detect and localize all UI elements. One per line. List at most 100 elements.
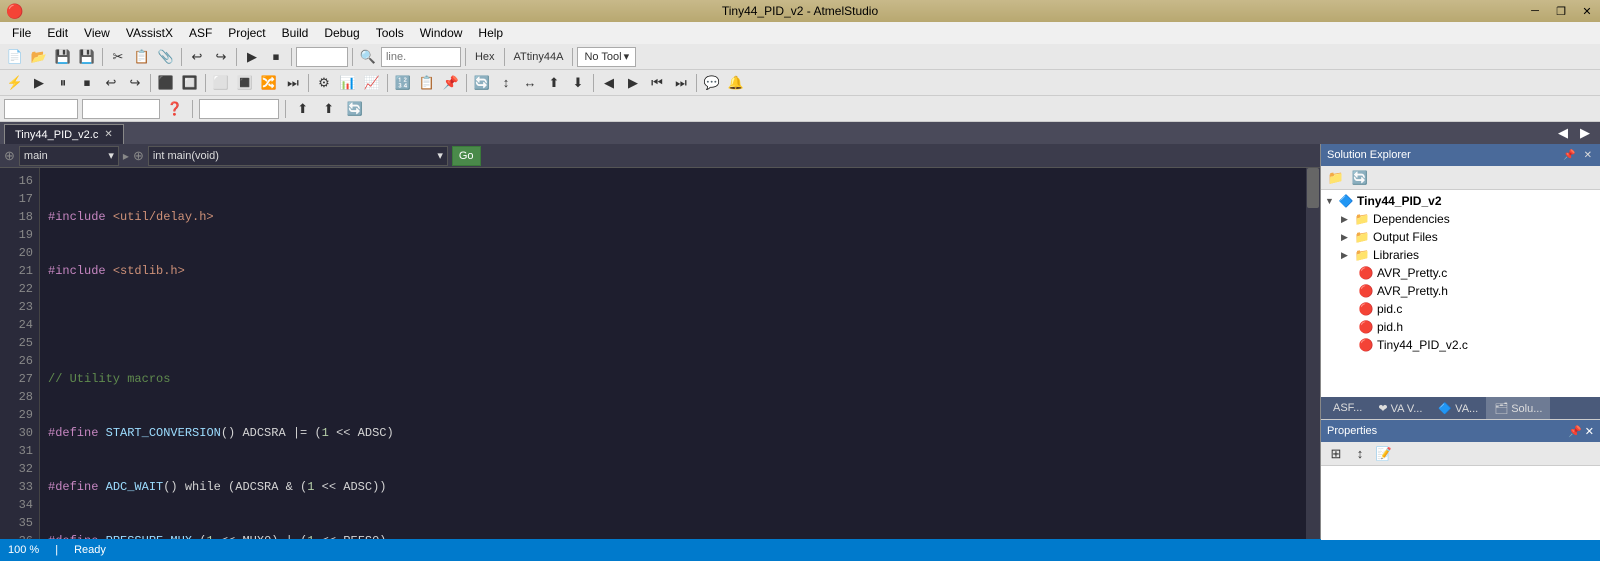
menu-asf[interactable]: ASF: [181, 22, 220, 44]
t2-btn18[interactable]: 📌: [440, 72, 462, 94]
menu-view[interactable]: View: [76, 22, 118, 44]
save-btn[interactable]: 💾: [52, 46, 74, 68]
menu-build[interactable]: Build: [274, 22, 317, 44]
t2-btn22[interactable]: ⬆: [543, 72, 565, 94]
t2-btn17[interactable]: 📋: [416, 72, 438, 94]
menu-tools[interactable]: Tools: [368, 22, 412, 44]
t2-btn10[interactable]: 🔳: [234, 72, 256, 94]
menu-edit[interactable]: Edit: [39, 22, 76, 44]
editor-tab[interactable]: Tiny44_PID_v2.c ✕: [4, 124, 124, 144]
t2-btn5[interactable]: ↩: [100, 72, 122, 94]
open-btn[interactable]: 📂: [28, 46, 50, 68]
cut-btn[interactable]: ✂: [107, 46, 129, 68]
t3-upload-btn[interactable]: ⬆: [292, 98, 314, 120]
tree-avr-pretty-h[interactable]: 🔴 AVR_Pretty.h: [1321, 282, 1600, 300]
stop-btn[interactable]: ⏹: [265, 46, 287, 68]
va-tab[interactable]: 🔷 VA...: [1430, 397, 1486, 419]
t2-btn3[interactable]: ⏸: [52, 72, 74, 94]
t2-btn20[interactable]: ↕: [495, 72, 517, 94]
scrollbar-thumb[interactable]: [1307, 168, 1319, 208]
line-input[interactable]: [386, 51, 456, 63]
solu-tab[interactable]: 🗂 Solu...: [1486, 397, 1550, 419]
asf-tab[interactable]: ASF...: [1325, 397, 1370, 419]
close-button[interactable]: ✕: [1574, 0, 1600, 22]
prop-btn3[interactable]: 📝: [1373, 443, 1395, 465]
menu-vassistx[interactable]: VAssistX: [118, 22, 181, 44]
tree-pid-h[interactable]: 🔴 pid.h: [1321, 318, 1600, 336]
tree-root[interactable]: ▼ 🔷 Tiny44_PID_v2: [1321, 192, 1600, 210]
t2-btn29[interactable]: 🔔: [725, 72, 747, 94]
new-file-btn[interactable]: 📄: [4, 46, 26, 68]
t2-btn16[interactable]: 🔢: [392, 72, 414, 94]
t2-btn6[interactable]: ↪: [124, 72, 146, 94]
t2-btn11[interactable]: 🔀: [258, 72, 280, 94]
prop-btn1[interactable]: ⊞: [1325, 443, 1347, 465]
t2-btn27[interactable]: ⏭: [670, 72, 692, 94]
arduino-version-select[interactable]: Arduino 1.6 ▾: [4, 99, 78, 119]
t2-btn13[interactable]: ⚙: [313, 72, 335, 94]
tree-libraries[interactable]: ▶ 📁 Libraries: [1321, 246, 1600, 264]
prop-pin-btn[interactable]: 📌: [1568, 426, 1582, 438]
menu-project[interactable]: Project: [220, 22, 273, 44]
t2-btn26[interactable]: ⏮: [646, 72, 668, 94]
function-dropdown[interactable]: int main(void) ▾: [148, 146, 448, 166]
t2-btn15[interactable]: 📈: [361, 72, 383, 94]
no-tool-dropdown[interactable]: No Tool ▾: [577, 47, 636, 67]
code-editor[interactable]: #include <util/delay.h> #include <stdlib…: [40, 168, 1306, 539]
hex-btn[interactable]: Hex: [470, 46, 500, 68]
chip-btn[interactable]: ATtiny44A: [509, 46, 569, 68]
prop-close-btn[interactable]: ✕: [1585, 426, 1594, 438]
tree-avr-pretty-c[interactable]: 🔴 AVR_Pretty.c: [1321, 264, 1600, 282]
t2-btn1[interactable]: ⚡: [4, 72, 26, 94]
t2-btn4[interactable]: ⏹: [76, 72, 98, 94]
t2-btn25[interactable]: ▶: [622, 72, 644, 94]
t2-btn28[interactable]: 💬: [701, 72, 723, 94]
t3-reload-btn[interactable]: 🔄: [344, 98, 366, 120]
save-all-btn[interactable]: 💾: [76, 46, 98, 68]
sol-toolbar-btn1[interactable]: 📁: [1325, 167, 1347, 189]
tree-pid-c[interactable]: 🔴 pid.c: [1321, 300, 1600, 318]
undo-btn[interactable]: ↩: [186, 46, 208, 68]
restore-button[interactable]: ❐: [1548, 0, 1574, 22]
solution-toolbar: 📁 🔄: [1321, 166, 1600, 190]
sol-toolbar-btn2[interactable]: 🔄: [1349, 167, 1371, 189]
copy-btn[interactable]: 📋: [131, 46, 153, 68]
minimize-button[interactable]: ─: [1522, 0, 1548, 22]
prop-btn2[interactable]: ↕: [1349, 443, 1371, 465]
build-btn[interactable]: ▶: [241, 46, 263, 68]
t2-btn23[interactable]: ⬇: [567, 72, 589, 94]
tree-main-c[interactable]: 🔴 Tiny44_PID_v2.c: [1321, 336, 1600, 354]
tab-scroll-left[interactable]: ◀: [1552, 122, 1574, 144]
scope-dropdown[interactable]: main ▾: [19, 146, 119, 166]
tree-output[interactable]: ▶ 📁 Output Files: [1321, 228, 1600, 246]
t3-help-btn[interactable]: ❓: [164, 98, 186, 120]
t3-upload2-btn[interactable]: ⬆: [318, 98, 340, 120]
t2-btn19[interactable]: 🔄: [471, 72, 493, 94]
pin-btn[interactable]: 📌: [1561, 150, 1577, 161]
menu-window[interactable]: Window: [412, 22, 471, 44]
t2-btn12[interactable]: ⏭: [282, 72, 304, 94]
debug-dropdown[interactable]: Debug ▾: [296, 47, 348, 67]
paste-btn[interactable]: 📎: [155, 46, 177, 68]
t2-btn9[interactable]: ⬜: [210, 72, 232, 94]
t2-btn8[interactable]: 🔲: [179, 72, 201, 94]
go-button[interactable]: Go: [452, 146, 481, 166]
t2-btn2[interactable]: ▶: [28, 72, 50, 94]
panel-close-btn[interactable]: ✕: [1582, 150, 1594, 161]
arduino-board-select[interactable]: Arduino Yún ▾: [82, 99, 160, 119]
t2-btn24[interactable]: ◀: [598, 72, 620, 94]
va-v-tab[interactable]: ❤ VA V...: [1370, 397, 1430, 419]
menu-file[interactable]: File: [4, 22, 39, 44]
search-btn[interactable]: 🔍: [357, 46, 379, 68]
editor-scrollbar[interactable]: [1306, 168, 1320, 539]
tab-scroll-right[interactable]: ▶: [1574, 122, 1596, 144]
menu-help[interactable]: Help: [470, 22, 511, 44]
arduino-port-select[interactable]: ▾: [199, 99, 279, 119]
redo-btn[interactable]: ↪: [210, 46, 232, 68]
t2-btn21[interactable]: ↔: [519, 72, 541, 94]
t2-btn14[interactable]: 📊: [337, 72, 359, 94]
tree-dependencies[interactable]: ▶ 📁 Dependencies: [1321, 210, 1600, 228]
t2-btn7[interactable]: ⬛: [155, 72, 177, 94]
menu-debug[interactable]: Debug: [316, 22, 367, 44]
tab-close-btn[interactable]: ✕: [104, 129, 112, 140]
